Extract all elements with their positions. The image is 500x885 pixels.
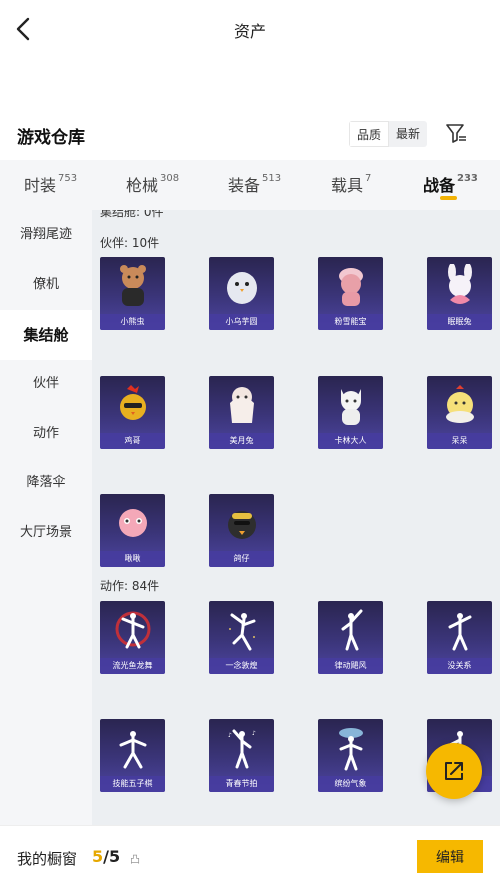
item-card[interactable]: ♪ ♪ 青春节拍	[209, 719, 274, 792]
share-icon	[445, 762, 463, 780]
item-card[interactable]: 流光鱼龙舞	[100, 601, 165, 674]
edit-button[interactable]: 编辑	[417, 840, 483, 873]
item-name: 眠眠兔	[427, 314, 492, 330]
item-name: 粉雪能宝	[318, 314, 383, 330]
item-name: 没关系	[427, 658, 492, 674]
item-name: 呆呆	[427, 433, 492, 449]
sort-toggle: 品质 最新	[349, 121, 428, 147]
item-name: 律动飓风	[318, 658, 383, 674]
item-card[interactable]: 啾啾	[100, 494, 165, 567]
cat-figure-image	[318, 376, 383, 434]
sidebar-item-wingman[interactable]: 僚机	[0, 260, 92, 310]
section-label-partners: 伙伴: 10件	[100, 236, 160, 250]
item-name: 技能五子棋	[100, 776, 165, 792]
pigeon-figure-image	[209, 494, 274, 552]
dancer-pose-image	[318, 601, 383, 659]
item-name: 一念敦煌	[209, 658, 274, 674]
moon-bunny-figure-image	[209, 376, 274, 434]
tab-vehicles[interactable]: 载具 7	[331, 172, 371, 196]
tab-readiness[interactable]: 战备 233	[423, 172, 478, 196]
dancer-pose-image	[318, 719, 383, 777]
dancer-pose-image	[427, 601, 492, 659]
item-card[interactable]: 小乌芋圆	[209, 257, 274, 330]
pink-creature-figure-image	[100, 494, 165, 552]
chick-figure-image	[427, 376, 492, 434]
item-card[interactable]: 律动飓风	[318, 601, 383, 674]
item-card[interactable]: 鸡哥	[100, 376, 165, 449]
category-tabs: 时装 753 枪械 308 装备 513 载具 7 战备 233	[0, 160, 500, 210]
item-name: 缤纷气象	[318, 776, 383, 792]
dancer-pose-image	[100, 601, 165, 659]
svg-text:♪: ♪	[228, 732, 232, 739]
tab-fashion[interactable]: 时装 753	[24, 172, 77, 196]
item-card[interactable]: 一念敦煌	[209, 601, 274, 674]
item-name: 鸽仔	[209, 551, 274, 567]
item-name: 流光鱼龙舞	[100, 658, 165, 674]
item-grid: 集结舱: 0件 伙伴: 10件 小熊虫 小乌芋圆 粉雪能宝 眠眠兔 鸡哥 美月兔…	[92, 210, 500, 825]
showcase-label: 我的橱窗	[17, 850, 78, 868]
bear-figure-image	[100, 257, 165, 315]
section-label-actions: 动作: 84件	[100, 579, 160, 593]
bunny-figure-image	[427, 257, 492, 315]
warehouse-title: 游戏仓库	[17, 128, 85, 148]
active-tab-indicator	[440, 196, 457, 200]
showcase-count: 5/5	[92, 847, 121, 866]
dancer-pose-image	[209, 601, 274, 659]
sidebar-item-assembly-pod[interactable]: 集结舱	[0, 310, 92, 360]
item-card[interactable]: 眠眠兔	[427, 257, 492, 330]
sidebar-item-glide-trail[interactable]: 滑翔尾迹	[0, 210, 92, 260]
item-name: 小乌芋圆	[209, 314, 274, 330]
sort-quality-button[interactable]: 品质	[349, 121, 390, 147]
item-name: 青春节拍	[209, 776, 274, 792]
item-card[interactable]: 小熊虫	[100, 257, 165, 330]
lock-icon: 凸	[130, 855, 140, 866]
top-bar: 资产	[0, 0, 500, 58]
item-card[interactable]: 没关系	[427, 601, 492, 674]
item-card[interactable]: 缤纷气象	[318, 719, 383, 792]
item-card[interactable]: 呆呆	[427, 376, 492, 449]
sidebar-item-actions[interactable]: 动作	[0, 409, 92, 459]
sidebar-item-lobby-scene[interactable]: 大厅场景	[0, 508, 92, 558]
item-card[interactable]: 技能五子棋	[100, 719, 165, 792]
sidebar-item-partners[interactable]: 伙伴	[0, 359, 92, 409]
filter-icon[interactable]	[444, 121, 468, 145]
sort-newest-button[interactable]: 最新	[389, 121, 428, 147]
item-name: 鸡哥	[100, 433, 165, 449]
section-label-assembly: 集结舱: 0件	[100, 210, 164, 219]
item-card[interactable]: 鸽仔	[209, 494, 274, 567]
dancer-pose-image	[100, 719, 165, 777]
share-button[interactable]	[426, 743, 482, 799]
bottom-bar: 我的橱窗 5/5 凸 编辑	[0, 825, 500, 885]
chicken-figure-image	[100, 376, 165, 434]
item-name: 美月兔	[209, 433, 274, 449]
sidebar-item-parachute[interactable]: 降落伞	[0, 458, 92, 508]
svg-text:♪: ♪	[252, 730, 256, 737]
item-name: 啾啾	[100, 551, 165, 567]
sidebar: 滑翔尾迹 僚机 集结舱 伙伴 动作 降落伞 大厅场景	[0, 210, 92, 825]
item-name: 小熊虫	[100, 314, 165, 330]
bird-figure-image	[209, 257, 274, 315]
tab-equipment[interactable]: 装备 513	[228, 172, 281, 196]
tab-guns[interactable]: 枪械 308	[126, 172, 179, 196]
item-card[interactable]: 美月兔	[209, 376, 274, 449]
item-card[interactable]: 卡林大人	[318, 376, 383, 449]
item-card[interactable]: 粉雪能宝	[318, 257, 383, 330]
dancer-pose-image: ♪ ♪	[209, 719, 274, 777]
pink-bear-figure-image	[318, 257, 383, 315]
item-name: 卡林大人	[318, 433, 383, 449]
page-title: 资产	[233, 22, 266, 41]
